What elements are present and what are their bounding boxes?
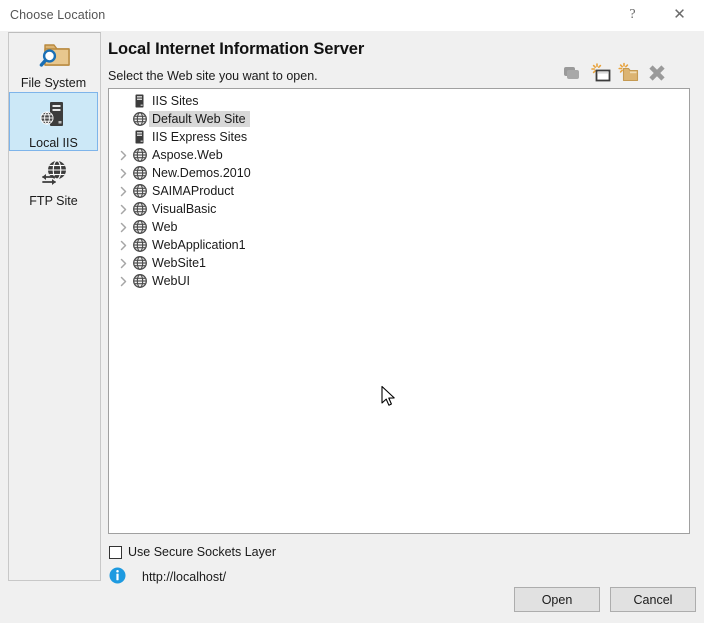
info-icon xyxy=(109,567,126,587)
globe-icon xyxy=(131,256,149,270)
globe-icon xyxy=(131,148,149,162)
sidebar-item-label-ftp-site: FTP Site xyxy=(29,194,78,208)
close-button[interactable]: ✕ xyxy=(657,0,702,30)
sidebar-item-ftp-site[interactable]: FTP Site xyxy=(9,151,98,210)
use-ssl-label: Use Secure Sockets Layer xyxy=(128,545,276,559)
use-ssl-checkbox-row[interactable]: Use Secure Sockets Layer xyxy=(109,545,276,559)
globe-icon xyxy=(131,184,149,198)
tree-label: Default Web Site xyxy=(149,111,250,127)
chevron-right-icon[interactable] xyxy=(115,276,131,287)
copy-button[interactable] xyxy=(560,61,586,87)
globe-icon xyxy=(131,202,149,216)
tree-label: WebApplication1 xyxy=(152,238,246,252)
page-subtitle: Select the Web site you want to open. xyxy=(108,69,318,83)
tree-label: Web xyxy=(152,220,178,234)
selected-url: http://localhost/ xyxy=(142,570,227,584)
tree-row[interactable]: VisualBasic xyxy=(109,200,689,218)
tree-label: VisualBasic xyxy=(152,202,217,216)
tree-row[interactable]: WebApplication1 xyxy=(109,236,689,254)
delete-button[interactable] xyxy=(644,61,670,87)
tree-label: WebUI xyxy=(152,274,190,288)
chevron-right-icon[interactable] xyxy=(115,204,131,215)
globe-icon xyxy=(131,112,149,126)
sidebar-item-file-system[interactable]: File System xyxy=(9,33,98,92)
chevron-right-icon[interactable] xyxy=(115,186,131,197)
location-type-sidebar: File System Local IIS FTP Site xyxy=(8,32,101,581)
tree-label: SAIMAProduct xyxy=(152,184,234,198)
server-globe-icon xyxy=(10,97,97,131)
server-icon xyxy=(131,94,149,108)
use-ssl-checkbox[interactable] xyxy=(109,545,122,559)
help-button[interactable]: ? xyxy=(610,0,655,30)
sidebar-item-local-iis[interactable]: Local IIS xyxy=(9,92,98,151)
tree-label: IIS Express Sites xyxy=(152,130,248,144)
page-title: Local Internet Information Server xyxy=(108,40,365,58)
tree-row[interactable]: WebSite1 xyxy=(109,254,689,272)
tree-label: Aspose.Web xyxy=(152,148,223,162)
tree-row[interactable]: SAIMAProduct xyxy=(109,182,689,200)
chevron-right-icon[interactable] xyxy=(115,222,131,233)
new-virtual-directory-button[interactable] xyxy=(616,61,642,87)
tree-row[interactable]: IIS Express Sites xyxy=(109,128,689,146)
folder-search-icon xyxy=(9,37,98,71)
close-icon: ✕ xyxy=(673,6,686,23)
tree-label: IIS Sites xyxy=(152,94,199,108)
sidebar-item-label-local-iis: Local IIS xyxy=(29,136,78,150)
globe-icon xyxy=(131,166,149,180)
chevron-right-icon[interactable] xyxy=(115,240,131,251)
chevron-right-icon[interactable] xyxy=(115,258,131,269)
tree-row[interactable]: Default Web Site xyxy=(109,110,689,128)
sidebar-item-label-file-system: File System xyxy=(20,76,87,90)
title-bar: Choose Location ? ✕ xyxy=(0,0,704,32)
server-icon xyxy=(131,130,149,144)
chevron-right-icon[interactable] xyxy=(115,168,131,179)
content-pane: Local Internet Information Server Select… xyxy=(108,31,696,623)
globe-icon xyxy=(131,220,149,234)
tree-row[interactable]: Aspose.Web xyxy=(109,146,689,164)
tree-row[interactable]: IIS Sites xyxy=(109,92,689,110)
open-button[interactable]: Open xyxy=(514,587,600,612)
dialog-body: File System Local IIS FTP Site Local Int… xyxy=(0,31,704,623)
chevron-right-icon[interactable] xyxy=(115,150,131,161)
delete-icon xyxy=(647,63,667,86)
tree-row[interactable]: New.Demos.2010 xyxy=(109,164,689,182)
new-web-application-icon xyxy=(590,62,612,87)
globe-transfer-icon xyxy=(9,155,98,189)
tree-row[interactable]: Web xyxy=(109,218,689,236)
site-tree[interactable]: IIS Sites Default Web Site IIS Express S… xyxy=(108,88,690,534)
tree-label: WebSite1 xyxy=(152,256,206,270)
question-mark-icon: ? xyxy=(629,7,636,22)
window-title: Choose Location xyxy=(10,8,106,22)
cancel-button[interactable]: Cancel xyxy=(610,587,696,612)
globe-icon xyxy=(131,274,149,288)
tree-toolbar xyxy=(560,61,670,87)
dialog-button-row: Open Cancel xyxy=(514,587,696,612)
globe-icon xyxy=(131,238,149,252)
tree-row[interactable]: WebUI xyxy=(109,272,689,290)
copy-icon xyxy=(563,64,583,85)
tree-label: New.Demos.2010 xyxy=(152,166,251,180)
new-virtual-directory-icon xyxy=(618,62,640,87)
new-web-application-button[interactable] xyxy=(588,61,614,87)
url-row: http://localhost/ xyxy=(109,567,226,587)
